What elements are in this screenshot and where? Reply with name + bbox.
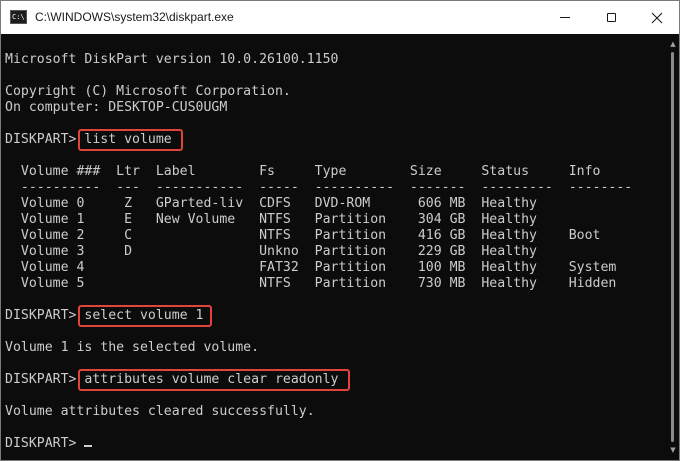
console-line: Copyright (C) Microsoft Corporation.: [5, 84, 291, 99]
close-icon: [651, 12, 663, 23]
volume-table-separator: ---------- --- ----------- ----- -------…: [5, 180, 633, 195]
volume-table-row: Volume 3 D Unkno Partition 229 GB Health…: [5, 244, 537, 259]
current-prompt: DISKPART>: [5, 436, 85, 451]
volume-table-row: Volume 1 E New Volume NTFS Partition 304…: [5, 212, 537, 227]
highlight-attributes-command: [78, 369, 350, 391]
close-button[interactable]: [634, 1, 679, 34]
volume-table-row: Volume 2 C NTFS Partition 416 GB Healthy…: [5, 228, 601, 243]
text-cursor: [84, 445, 92, 447]
volume-table-row: Volume 0 Z GParted-liv CDFS DVD-ROM 606 …: [5, 196, 537, 211]
volume-table-row: Volume 4 FAT32 Partition 100 MB Healthy …: [5, 260, 617, 275]
vertical-scrollbar[interactable]: ▲ ▼: [667, 34, 679, 460]
console-line: On computer: DESKTOP-CUS0UGM: [5, 100, 228, 115]
attributes-cleared-message: Volume attributes cleared successfully.: [5, 404, 315, 419]
maximize-icon: [606, 13, 616, 22]
highlight-select-volume: [78, 305, 212, 327]
scroll-up-icon[interactable]: ▲: [667, 38, 679, 50]
console-app-icon: C:\: [10, 10, 27, 24]
highlight-list-volume: [78, 129, 183, 151]
maximize-button[interactable]: [588, 1, 634, 34]
title-bar[interactable]: C:\ C:\WINDOWS\system32\diskpart.exe: [1, 1, 679, 34]
minimize-button[interactable]: [542, 1, 588, 34]
scroll-down-icon[interactable]: ▼: [667, 444, 679, 456]
volume-table-header: Volume ### Ltr Label Fs Type Size Status…: [5, 164, 601, 179]
selected-volume-message: Volume 1 is the selected volume.: [5, 340, 260, 355]
console-line: Microsoft DiskPart version 10.0.26100.11…: [5, 52, 339, 67]
window-title: C:\WINDOWS\system32\diskpart.exe: [35, 10, 234, 24]
volume-table-row: Volume 5 NTFS Partition 730 MB Healthy H…: [5, 276, 617, 291]
console-output[interactable]: Microsoft DiskPart version 10.0.26100.11…: [1, 34, 679, 460]
diskpart-window: C:\ C:\WINDOWS\system32\diskpart.exe Mic…: [0, 0, 680, 461]
scroll-thumb[interactable]: [671, 52, 674, 442]
minimize-icon: [560, 17, 570, 18]
